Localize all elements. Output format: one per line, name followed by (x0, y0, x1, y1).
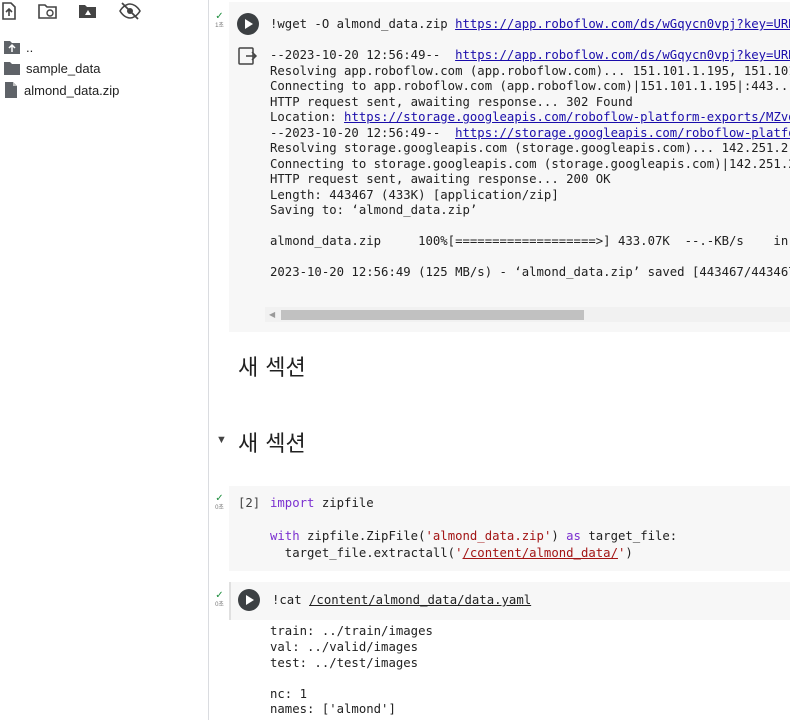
output-line: --2023-10-20 12:56:49-- https://app.robo… (270, 48, 790, 62)
code-cell-wget[interactable]: !wget -O almond_data.zip https://app.rob… (229, 2, 790, 332)
tree-item-almond-zip[interactable]: almond_data.zip (4, 80, 119, 100)
check-icon: ✓ (215, 590, 224, 601)
exec-time: 0초 (215, 505, 224, 511)
scroll-left-icon[interactable]: ◀ (269, 310, 275, 319)
output-line: val: ../valid/images (270, 640, 419, 654)
tree-item-label: sample_data (26, 60, 101, 76)
horizontal-scrollbar[interactable]: ◀ (265, 307, 790, 322)
cell-output: train: ../train/images val: ../valid/ima… (229, 620, 790, 720)
collapse-section-icon[interactable]: ▼ (216, 434, 227, 446)
drive-icon[interactable] (78, 2, 100, 22)
output-line: Saving to: ‘almond_data.zip’ (270, 203, 478, 217)
cell-output: --2023-10-20 12:56:49-- https://app.robo… (210, 2, 790, 332)
output-line: Resolving storage.googleapis.com (storag… (270, 141, 790, 155)
output-line: --2023-10-20 12:56:49-- https://storage.… (270, 126, 790, 140)
cell2-status: ✓ 0초 (210, 494, 229, 512)
refresh-folder-icon[interactable] (38, 2, 60, 22)
exec-count: [2] (238, 496, 261, 510)
folder-icon (4, 62, 20, 75)
tree-item-label: .. (26, 39, 34, 55)
output-line: test: ../test/images (270, 656, 419, 670)
output-line: train: ../train/images (270, 624, 433, 638)
tree-item-parent[interactable]: .. (4, 37, 33, 57)
cell3-status: ✓ 0초 (210, 591, 229, 609)
output-line: Length: 443467 (433K) [application/zip] (270, 188, 559, 202)
output-line: HTTP request sent, awaiting response... … (270, 172, 611, 186)
output-line: Location: https://storage.googleapis.com… (270, 110, 790, 124)
output-line: HTTP request sent, awaiting response... … (270, 95, 633, 109)
output-line: nc: 1 (270, 687, 308, 701)
output-line: Resolving app.roboflow.com (app.roboflow… (270, 64, 790, 78)
output-line: almond_data.zip 100%[===================… (270, 234, 790, 248)
code-line[interactable]: target_file.extractall('/content/almond_… (270, 545, 633, 561)
output-line: Connecting to storage.googleapis.com (st… (270, 157, 790, 171)
hide-icon[interactable] (119, 2, 141, 22)
file-icon (5, 82, 17, 98)
code-line[interactable]: with zipfile.ZipFile('almond_data.zip') … (270, 528, 677, 544)
exec-time: 0초 (215, 602, 224, 608)
output-line: Connecting to app.roboflow.com (app.robo… (270, 79, 790, 93)
tree-item-label: almond_data.zip (24, 82, 120, 98)
notebook-area: ✓ 1초 !wget -O almond_data.zip https://ap… (210, 0, 790, 720)
section-heading: 새 섹션 (238, 432, 306, 457)
check-icon: ✓ (215, 493, 224, 504)
cell-code[interactable]: !cat /content/almond_data/data.yaml (272, 592, 531, 608)
code-cell-unzip[interactable]: [2] import zipfile with zipfile.ZipFile(… (229, 486, 790, 571)
section-heading: 새 섹션 (238, 356, 306, 381)
run-cell-button[interactable] (238, 589, 260, 611)
tree-item-sample-data[interactable]: sample_data (4, 58, 100, 78)
file-toolbar (0, 0, 209, 26)
folder-up-icon (4, 41, 20, 54)
output-line: 2023-10-20 12:56:49 (125 MB/s) - ‘almond… (270, 265, 790, 279)
file-browser-panel: .. sample_data almond_data.zip (0, 0, 209, 720)
upload-icon[interactable] (1, 2, 23, 22)
output-line: names: ['almond'] (270, 702, 396, 716)
scrollbar-thumb[interactable] (281, 310, 584, 320)
code-line[interactable]: import zipfile (270, 495, 374, 511)
